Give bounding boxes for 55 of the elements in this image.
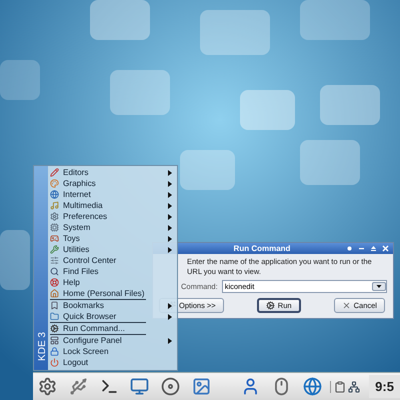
gear-icon	[38, 377, 58, 396]
window-title: Run Command	[232, 244, 292, 253]
menu-item[interactable]: Control Center	[50, 255, 174, 266]
power-icon	[50, 358, 59, 367]
wrench-icon	[50, 245, 59, 254]
clock: 9:5	[369, 375, 400, 398]
monitor-icon	[130, 377, 150, 396]
menu-item[interactable]: Multimedia	[50, 200, 174, 211]
lock-icon	[50, 347, 59, 356]
network-icon	[348, 380, 360, 392]
menu-item[interactable]: Help	[50, 277, 174, 288]
usb-icon	[69, 377, 88, 396]
close-button[interactable]	[382, 245, 389, 252]
pencil-icon	[50, 168, 59, 177]
menu-item[interactable]: Run Command...	[50, 323, 174, 334]
home-icon	[50, 289, 59, 298]
bookmark-icon	[50, 301, 59, 310]
gamepad-icon	[50, 234, 59, 243]
lifebuoy-icon	[50, 278, 59, 287]
cog-icon	[50, 324, 59, 333]
menu-item[interactable]: Configure Panel	[50, 335, 174, 346]
palette-icon	[50, 179, 59, 188]
menu-item[interactable]: System	[50, 222, 174, 233]
clipboard-icon	[334, 380, 346, 392]
minimize-button[interactable]	[358, 245, 365, 252]
folder-icon	[50, 312, 59, 321]
menu-item[interactable]: Internet	[50, 189, 174, 200]
cog-icon	[266, 301, 275, 310]
menu-item[interactable]: Graphics	[50, 178, 174, 189]
terminal-icon	[100, 377, 119, 396]
menu-item[interactable]: Find Files	[50, 266, 174, 277]
menu-item[interactable]: Home (Personal Files)	[50, 288, 174, 299]
globe-icon	[50, 190, 59, 199]
dropdown-icon	[372, 282, 386, 291]
music-icon	[50, 201, 59, 210]
gear-icon	[50, 212, 59, 221]
menu-item[interactable]: Quick Browser	[50, 311, 174, 322]
disc-icon	[161, 377, 180, 396]
side-label: KDE 3	[36, 332, 48, 361]
menu-item[interactable]: Lock Screen	[50, 346, 174, 357]
sliders-icon	[50, 256, 59, 265]
panel-icon	[50, 336, 59, 345]
menu-item[interactable]: Preferences	[50, 211, 174, 222]
menu-item[interactable]: Toys	[50, 233, 174, 244]
search-icon	[50, 267, 59, 276]
menu-item[interactable]: Utilities	[50, 244, 174, 255]
close-icon	[342, 301, 351, 310]
menu-item[interactable]: Bookmarks	[50, 300, 174, 311]
sticky-button[interactable]	[346, 245, 353, 252]
menu-item[interactable]: Logout	[50, 357, 174, 368]
menu-item[interactable]: Editors	[50, 167, 174, 178]
image-icon	[192, 377, 211, 396]
globe-icon	[302, 377, 322, 396]
maximize-button[interactable]	[370, 245, 377, 252]
chip-icon	[50, 223, 59, 232]
